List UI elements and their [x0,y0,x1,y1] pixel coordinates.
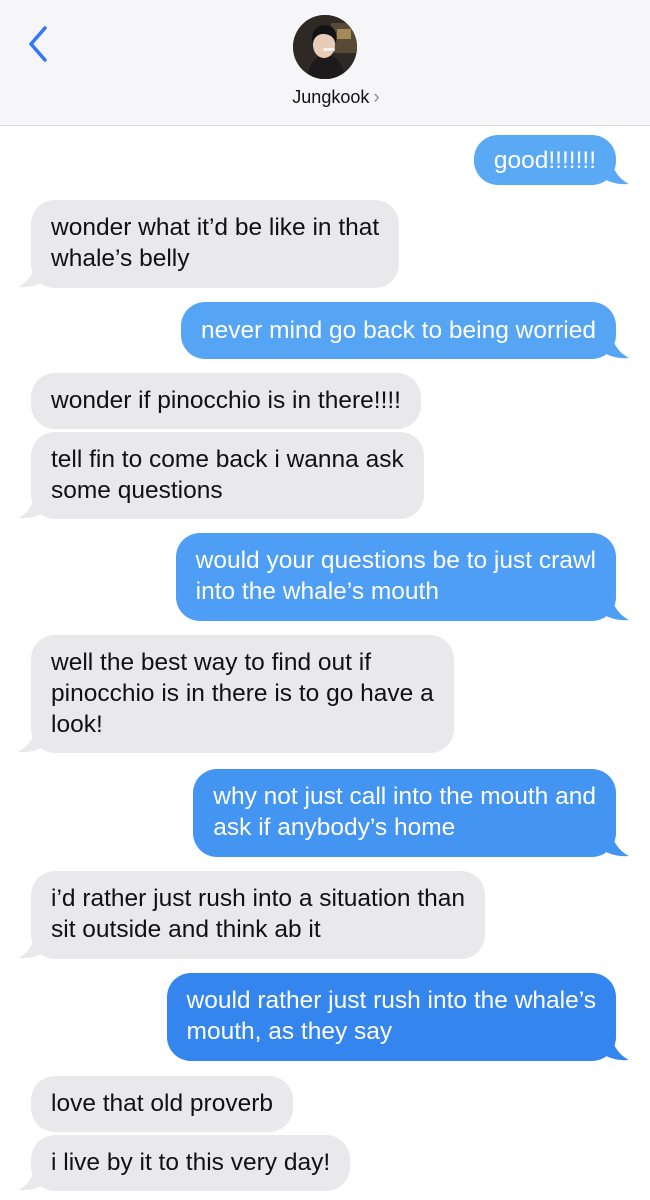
contact-name: Jungkook [292,87,370,107]
incoming-message[interactable]: i’d rather just rush into a situation th… [18,871,486,959]
message-line: look! [51,711,103,738]
message-text: never mind go back to being worried [201,317,596,344]
messages-screen: Jungkook › good!!!!!!! wonder what it’d b… [0,0,650,1200]
bubble-tail [18,1163,48,1191]
bubble-tail [18,260,48,288]
message-line: i’d rather just rush into a situation th… [51,885,466,912]
message-line: well the best way to find out if [51,649,372,676]
bubble-tail [18,931,48,959]
conversation-header: Jungkook › [0,0,650,126]
message-line: mouth, as they say [186,1018,393,1045]
message-line: why not just call into the mouth and [213,783,596,810]
chevron-right-icon: › [373,87,380,108]
message-text: wonder if pinocchio is in there!!!! [51,387,401,414]
bubble-tail [18,725,48,753]
message-line: tell fin to come back i wanna ask [51,446,404,473]
bubble-tail [599,829,629,857]
outgoing-message[interactable]: would your questions be to just crawl in… [175,533,629,621]
bubble-tail [599,1033,629,1061]
outgoing-message[interactable]: never mind go back to being worried [181,302,629,359]
contact-name-button[interactable]: Jungkook › [0,87,650,109]
back-chevron-icon[interactable] [20,22,60,66]
message-line: would your questions be to just crawl [195,547,596,574]
outgoing-message[interactable]: would rather just rush into the whale’s … [166,973,629,1061]
incoming-message[interactable]: wonder what it’d be like in that whale’s… [18,200,400,288]
incoming-message[interactable]: tell fin to come back i wanna ask some q… [18,432,424,519]
incoming-message[interactable]: i live by it to this very day! [18,1135,351,1191]
bubble-tail [599,331,629,359]
bubble-tail [18,491,48,519]
message-line: whale’s belly [51,245,190,272]
outgoing-message[interactable]: why not just call into the mouth and ask… [193,769,629,857]
message-line: would rather just rush into the whale’s [186,987,596,1014]
contact-avatar[interactable] [293,15,357,79]
message-line: ask if anybody’s home [213,814,456,841]
incoming-message[interactable]: wonder if pinocchio is in there!!!! [31,373,421,429]
message-text: love that old proverb [51,1090,273,1117]
message-line: pinocchio is in there is to go have a [51,680,434,707]
message-line: into the whale’s mouth [195,578,439,605]
bubble-tail [599,593,629,621]
outgoing-message[interactable]: good!!!!!!! [473,135,629,185]
bubble-tail [599,157,629,185]
incoming-message[interactable]: well the best way to find out if pinocch… [18,635,454,753]
message-line: sit outside and think ab it [51,916,321,943]
message-line: wonder what it’d be like in that [51,214,380,241]
message-text: good!!!!!!! [493,147,596,174]
message-line: some questions [51,477,223,504]
incoming-message[interactable]: love that old proverb [31,1076,293,1132]
message-text: i live by it to this very day! [51,1149,331,1176]
